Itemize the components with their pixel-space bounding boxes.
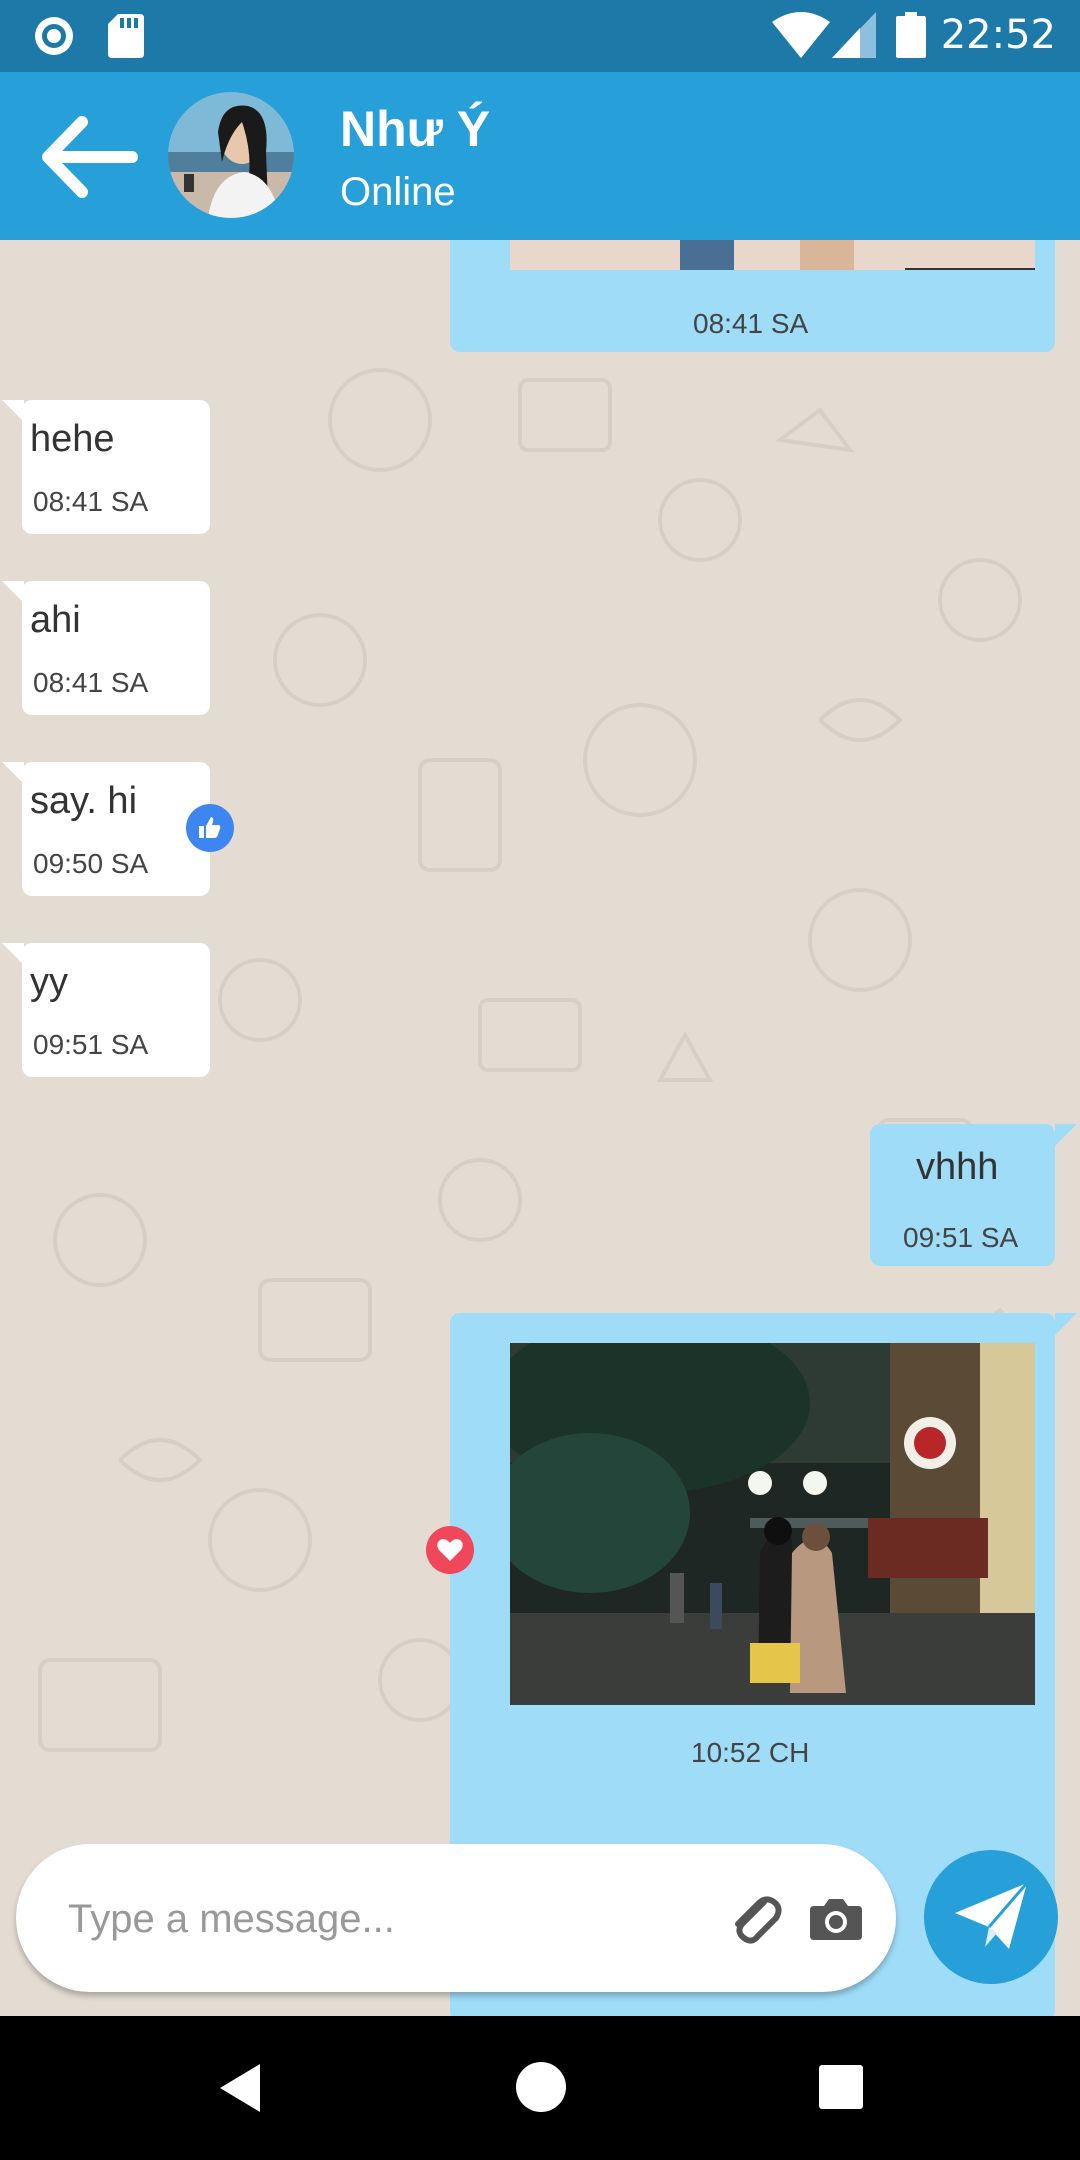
nav-home-button[interactable]: [514, 2060, 568, 2119]
app-bar: Như Ý Online: [0, 72, 1080, 240]
message-composer: [16, 1844, 896, 1992]
contact-status: Online: [340, 170, 456, 214]
message-text: say. hi: [30, 780, 138, 822]
message-image[interactable]: [510, 1343, 1035, 1705]
message-time: 09:50 SA: [33, 848, 149, 879]
message-text: hehe: [30, 418, 115, 460]
nav-back-icon: [220, 2064, 260, 2112]
sd-card-icon: [108, 14, 144, 58]
bubble-tail: [1055, 1313, 1077, 1335]
back-button[interactable]: [40, 112, 140, 202]
navigation-bar: [0, 2016, 1080, 2160]
like-reaction[interactable]: [186, 804, 234, 852]
wifi-icon: [772, 12, 830, 58]
camera-icon: [810, 1899, 862, 1940]
message-bubble-in[interactable]: say. hi 09:50 SA: [22, 762, 210, 896]
send-button[interactable]: [924, 1850, 1058, 1984]
message-bubble-out[interactable]: vhhh 09:51 SA: [870, 1124, 1055, 1266]
message-bubble-out[interactable]: 08:41 SA: [450, 240, 1055, 352]
message-time: 08:41 SA: [33, 667, 149, 698]
attach-icon: [735, 1896, 782, 1944]
record-icon: [35, 17, 73, 55]
nav-recents-button[interactable]: [816, 2062, 866, 2117]
chat-area[interactable]: 08:41 SA hehe 08:41 SA ahi 08:41 SA say.…: [0, 240, 1080, 2016]
status-bar: 22:52: [0, 0, 1080, 72]
bubble-tail: [2, 400, 24, 422]
avatar[interactable]: [168, 92, 294, 218]
message-text: yy: [30, 961, 68, 1003]
bubble-tail: [1055, 1124, 1077, 1146]
attach-button[interactable]: [724, 1888, 784, 1948]
message-bubble-in[interactable]: hehe 08:41 SA: [22, 400, 210, 534]
message-bubble-in[interactable]: ahi 08:41 SA: [22, 581, 210, 715]
contact-name: Như Ý: [340, 101, 491, 157]
camera-button[interactable]: [808, 1890, 864, 1946]
nav-home-icon: [516, 2062, 566, 2112]
nav-back-button[interactable]: [214, 2060, 266, 2121]
message-text: vhhh: [916, 1146, 999, 1188]
message-time: 08:41 SA: [33, 486, 149, 517]
message-text: ahi: [30, 599, 81, 641]
clock: 22:52: [940, 12, 1056, 58]
message-image[interactable]: [510, 240, 1035, 270]
heart-icon: [437, 1539, 463, 1561]
battery-icon: [896, 12, 926, 58]
message-time: 09:51 SA: [903, 1222, 1019, 1253]
message-input[interactable]: [68, 1884, 688, 1954]
signal-icon: [832, 12, 876, 58]
nav-recents-icon: [819, 2065, 863, 2109]
message-bubble-in[interactable]: yy 09:51 SA: [22, 943, 210, 1077]
bubble-tail: [2, 943, 24, 965]
bubble-tail: [2, 762, 24, 784]
message-time: 10:52 CH: [691, 1737, 810, 1768]
message-time: 09:51 SA: [33, 1029, 149, 1060]
message-time: 08:41 SA: [693, 308, 809, 339]
back-arrow-icon: [42, 116, 138, 198]
like-icon: [199, 817, 221, 838]
send-icon: [955, 1882, 1029, 1949]
bubble-tail: [2, 581, 24, 603]
heart-reaction[interactable]: [426, 1526, 474, 1574]
